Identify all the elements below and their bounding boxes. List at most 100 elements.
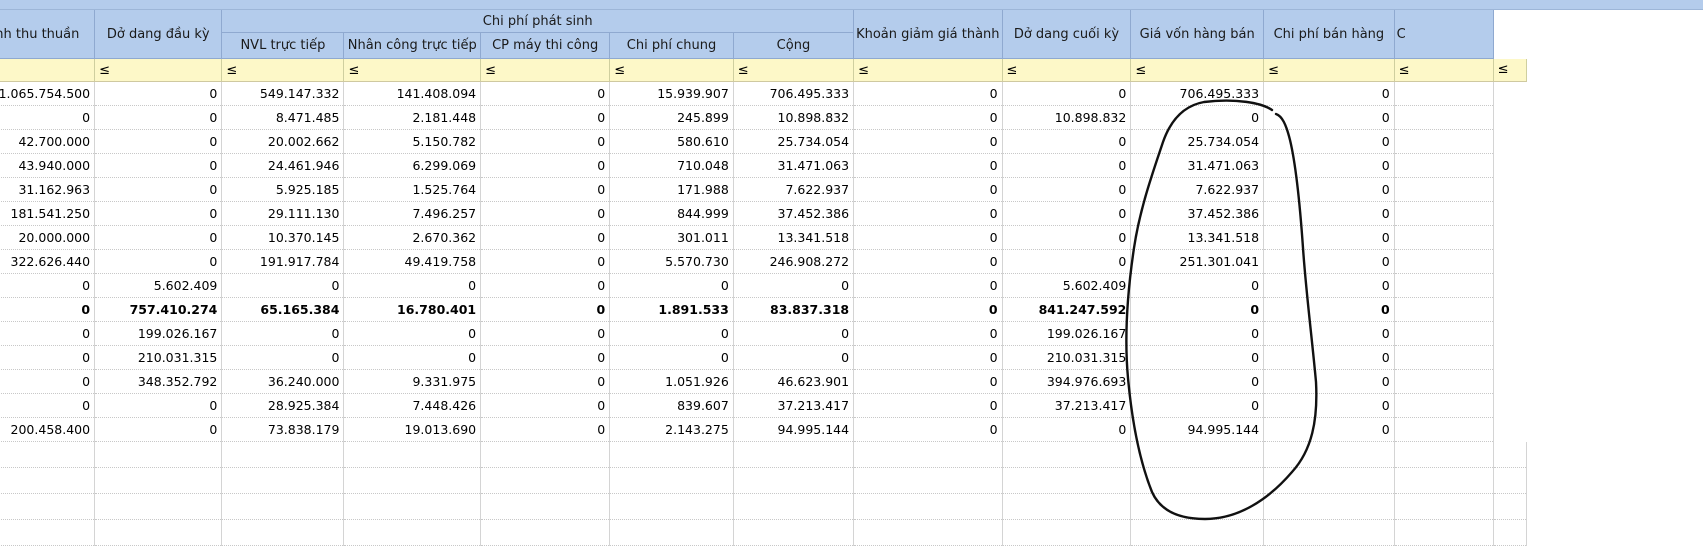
empty-cell[interactable] [1394, 493, 1494, 520]
cell-cp-may-thi-cong[interactable]: 0 [480, 201, 611, 226]
table-row[interactable]: 00199.026.167000000199.026.16700 [0, 321, 1527, 346]
empty-cell[interactable] [1002, 493, 1132, 520]
cell-nhan-cong-truc-tiep[interactable]: 6.299.069 [343, 153, 482, 178]
cell-cp-may-thi-cong[interactable]: 0 [480, 369, 611, 394]
empty-cell[interactable] [0, 441, 96, 468]
empty-cell[interactable] [221, 519, 345, 546]
cell-cp-may-thi-cong[interactable]: 0 [480, 81, 611, 106]
cell-chi-phi-chung[interactable]: 0 [609, 321, 734, 346]
cell-next[interactable] [1394, 297, 1494, 322]
empty-cell[interactable] [480, 519, 611, 546]
empty-cell[interactable] [1263, 441, 1395, 468]
cell-gia-von-hang-ban[interactable]: 251.301.041 [1130, 249, 1265, 274]
cell-cp-may-thi-cong[interactable]: 0 [480, 249, 611, 274]
header-next-col[interactable]: C [1394, 10, 1494, 59]
cell-do-dang-dau-ky[interactable]: 0 [94, 249, 223, 274]
cell-cong[interactable]: 0 [733, 345, 855, 370]
cell-nvl-truc-tiep[interactable]: 73.838.179 [221, 417, 345, 442]
cell-khoan-giam-gia-thanh[interactable]: 0 [853, 129, 1003, 154]
empty-row[interactable] [0, 519, 1528, 546]
empty-cell[interactable] [1130, 441, 1265, 468]
cell-do-dang-cuoi-ky[interactable]: 841.247.592 [1002, 297, 1132, 322]
empty-cell[interactable] [1002, 467, 1132, 494]
cell-nvl-truc-tiep[interactable]: 24.461.946 [221, 153, 345, 178]
cell-chi-phi-chung[interactable]: 0 [609, 273, 734, 298]
cell-khoan-giam-gia-thanh[interactable]: 0 [853, 81, 1003, 106]
cell-nhan-cong-truc-tiep[interactable]: 19.013.690 [343, 417, 482, 442]
cell-chi-phi-ban-hang[interactable]: 0 [1263, 129, 1395, 154]
cell-chi-phi-chung[interactable]: 245.899 [609, 105, 734, 130]
cell-do-dang-dau-ky[interactable]: 757.410.274 [94, 297, 223, 322]
cell-next[interactable] [1394, 201, 1494, 226]
header-cong[interactable]: Cộng [733, 32, 855, 59]
empty-cell[interactable] [221, 441, 345, 468]
empty-cell[interactable] [733, 467, 855, 494]
empty-cell[interactable] [1130, 467, 1265, 494]
cell-doanh-thu-thuan[interactable]: 1.065.754.500 [0, 81, 96, 106]
cell-cong[interactable]: 13.341.518 [733, 225, 855, 250]
cell-cong[interactable]: 37.452.386 [733, 201, 855, 226]
cell-chi-phi-ban-hang[interactable]: 0 [1263, 201, 1395, 226]
cell-do-dang-dau-ky[interactable]: 199.026.167 [94, 321, 223, 346]
cell-nvl-truc-tiep[interactable]: 8.471.485 [221, 105, 345, 130]
cell-nhan-cong-truc-tiep[interactable]: 9.331.975 [343, 369, 482, 394]
cell-do-dang-dau-ky[interactable]: 0 [94, 417, 223, 442]
empty-cell[interactable] [1394, 467, 1494, 494]
cell-khoan-giam-gia-thanh[interactable]: 0 [853, 297, 1003, 322]
empty-cell[interactable] [853, 519, 1003, 546]
empty-cell[interactable] [0, 493, 96, 520]
cell-doanh-thu-thuan[interactable]: 322.626.440 [0, 249, 96, 274]
cell-nvl-truc-tiep[interactable]: 10.370.145 [221, 225, 345, 250]
header-nhan-cong-truc-tiep[interactable]: Nhân công trực tiếp [343, 32, 482, 59]
cell-chi-phi-chung[interactable]: 0 [609, 345, 734, 370]
cell-khoan-giam-gia-thanh[interactable]: 0 [853, 393, 1003, 418]
filter-cell-chi-phi-ban-hang[interactable]: ≤ [1263, 58, 1395, 82]
cell-do-dang-dau-ky[interactable]: 0 [94, 201, 223, 226]
cell-chi-phi-chung[interactable]: 580.610 [609, 129, 734, 154]
cell-khoan-giam-gia-thanh[interactable]: 0 [853, 273, 1003, 298]
cell-do-dang-cuoi-ky[interactable]: 394.976.693 [1002, 369, 1132, 394]
cell-chi-phi-chung[interactable]: 301.011 [609, 225, 734, 250]
cell-chi-phi-chung[interactable]: 839.607 [609, 393, 734, 418]
cell-next[interactable] [1394, 129, 1494, 154]
cell-cp-may-thi-cong[interactable]: 0 [480, 393, 611, 418]
empty-cell[interactable] [733, 441, 855, 468]
empty-cell[interactable] [1394, 519, 1494, 546]
header-khoan-giam-gia-thanh[interactable]: Khoản giảm giá thành [853, 10, 1003, 59]
cell-next[interactable] [1394, 369, 1494, 394]
empty-cell[interactable] [1493, 519, 1528, 546]
header-gia-von-hang-ban[interactable]: Giá vốn hàng bán [1130, 10, 1265, 59]
cell-nvl-truc-tiep[interactable]: 28.925.384 [221, 393, 345, 418]
cell-gia-von-hang-ban[interactable]: 0 [1130, 369, 1265, 394]
cell-nhan-cong-truc-tiep[interactable]: 141.408.094 [343, 81, 482, 106]
cell-nhan-cong-truc-tiep[interactable]: 1.525.764 [343, 177, 482, 202]
cell-nhan-cong-truc-tiep[interactable]: 16.780.401 [343, 297, 482, 322]
cell-do-dang-cuoi-ky[interactable]: 5.602.409 [1002, 273, 1132, 298]
cell-next[interactable] [1394, 225, 1494, 250]
cell-gia-von-hang-ban[interactable]: 37.452.386 [1130, 201, 1265, 226]
cell-chi-phi-ban-hang[interactable]: 0 [1263, 345, 1395, 370]
cell-chi-phi-ban-hang[interactable]: 0 [1263, 393, 1395, 418]
cell-nvl-truc-tiep[interactable]: 29.111.130 [221, 201, 345, 226]
cell-doanh-thu-thuan[interactable]: 181.541.250 [0, 201, 96, 226]
cell-khoan-giam-gia-thanh[interactable]: 0 [853, 321, 1003, 346]
empty-cell[interactable] [0, 519, 96, 546]
cell-gia-von-hang-ban[interactable]: 0 [1130, 321, 1265, 346]
cell-cp-may-thi-cong[interactable]: 0 [480, 417, 611, 442]
empty-cell[interactable] [853, 441, 1003, 468]
cell-cp-may-thi-cong[interactable]: 0 [480, 129, 611, 154]
cell-do-dang-cuoi-ky[interactable]: 37.213.417 [1002, 393, 1132, 418]
cell-nvl-truc-tiep[interactable]: 191.917.784 [221, 249, 345, 274]
empty-cell[interactable] [343, 519, 482, 546]
table-row[interactable]: 0181.541.250029.111.1307.496.2570844.999… [0, 201, 1527, 226]
cell-doanh-thu-thuan[interactable]: 0 [0, 321, 96, 346]
filter-cell-doanh-thu-thuan[interactable]: ≤ [0, 58, 96, 82]
cell-do-dang-cuoi-ky[interactable]: 210.031.315 [1002, 345, 1132, 370]
cell-cong[interactable]: 37.213.417 [733, 393, 855, 418]
filter-cell-nvl-truc-tiep[interactable]: ≤ [221, 58, 345, 82]
table-row[interactable]: 0200.458.400073.838.17919.013.69002.143.… [0, 417, 1527, 442]
cell-chi-phi-ban-hang[interactable]: 0 [1263, 153, 1395, 178]
cell-do-dang-dau-ky[interactable]: 0 [94, 225, 223, 250]
cell-cp-may-thi-cong[interactable]: 0 [480, 297, 611, 322]
cell-doanh-thu-thuan[interactable]: 31.162.963 [0, 177, 96, 202]
